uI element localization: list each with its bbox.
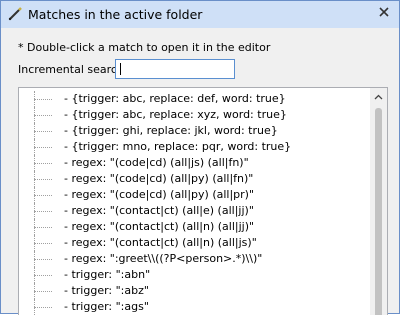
tree-branch-line: [34, 147, 52, 148]
title-bar[interactable]: Matches in the active folder: [1, 1, 399, 28]
match-text: - regex: "(contact|ct) (all|n) (all|js)": [64, 236, 257, 249]
match-text: - {trigger: mno, replace: pqr, word: tru…: [64, 140, 292, 153]
matches-list: - {trigger: abc, replace: def, word: tru…: [19, 91, 371, 315]
search-input[interactable]: [115, 59, 235, 79]
scroll-up-button[interactable]: [370, 88, 387, 105]
tree-branch-line: [34, 179, 52, 180]
tree-branch-line: [34, 227, 52, 228]
tree-branch-line: [34, 131, 52, 132]
match-text: - trigger: ":ags": [64, 300, 149, 313]
match-text: - regex: "(code|cd) (all|js) (all|fn)": [64, 156, 249, 169]
match-text: - regex: "(code|cd) (all|py) (all|pr)": [64, 188, 255, 201]
match-text: - trigger: ":abn": [64, 268, 151, 281]
match-text: - {trigger: ghi, replace: jkl, word: tru…: [64, 124, 278, 137]
tree-branch-line: [34, 275, 52, 276]
match-item[interactable]: - regex: "(contact|ct) (all|n) (all|js)": [19, 235, 371, 251]
tree-branch-line: [34, 211, 52, 212]
match-text: - trigger: ":abz": [64, 284, 149, 297]
match-item[interactable]: - regex: "(contact|ct) (all|e) (all|jj)": [19, 203, 371, 219]
close-button[interactable]: [369, 1, 399, 23]
match-item[interactable]: - regex: "(code|cd) (all|py) (all|pr)": [19, 187, 371, 203]
search-label: Incremental search: [18, 63, 124, 76]
text-caret: [120, 63, 121, 75]
tree-branch-line: [34, 163, 52, 164]
tree-branch-line: [34, 195, 52, 196]
match-item[interactable]: - regex: "(code|cd) (all|js) (all|fn)": [19, 155, 371, 171]
match-item[interactable]: - regex: "(code|cd) (all|py) (all|fn)": [19, 171, 371, 187]
tree-branch-line: [34, 307, 52, 308]
match-text: - regex: "(contact|ct) (all|n) (all|jj)": [64, 220, 255, 233]
scrollbar-thumb[interactable]: [375, 108, 382, 315]
match-item[interactable]: - {trigger: abc, replace: xyz, word: tru…: [19, 107, 371, 123]
match-text: - regex: ":greet\\((?P<person>.*)\\)": [64, 252, 263, 265]
match-item[interactable]: - {trigger: abc, replace: def, word: tru…: [19, 91, 371, 107]
close-icon: [379, 7, 389, 17]
match-item[interactable]: - regex: ":greet\\((?P<person>.*)\\)": [19, 251, 371, 267]
pen-icon: [8, 7, 22, 21]
hint-text: * Double-click a match to open it in the…: [18, 41, 271, 54]
match-item[interactable]: - {trigger: mno, replace: pqr, word: tru…: [19, 139, 371, 155]
matches-window: Matches in the active folder * Double-cl…: [0, 0, 400, 315]
tree-branch-line: [34, 115, 52, 116]
tree-branch-line: [34, 243, 52, 244]
match-item[interactable]: - trigger: ":abn": [19, 267, 371, 283]
match-text: - {trigger: abc, replace: def, word: tru…: [64, 92, 286, 105]
vertical-scrollbar[interactable]: [370, 88, 387, 315]
tree-branch-line: [34, 259, 52, 260]
chevron-up-icon: [374, 94, 383, 99]
tree-branch-line: [34, 291, 52, 292]
window-title: Matches in the active folder: [28, 7, 203, 22]
match-text: - regex: "(contact|ct) (all|e) (all|jj)": [64, 204, 254, 217]
match-item[interactable]: - trigger: ":ags": [19, 299, 371, 315]
tree-branch-line: [34, 99, 52, 100]
matches-tree[interactable]: - {trigger: abc, replace: def, word: tru…: [18, 87, 388, 315]
match-item[interactable]: - {trigger: ghi, replace: jkl, word: tru…: [19, 123, 371, 139]
match-text: - {trigger: abc, replace: xyz, word: tru…: [64, 108, 287, 121]
match-text: - regex: "(code|cd) (all|py) (all|fn)": [64, 172, 254, 185]
match-item[interactable]: - trigger: ":abz": [19, 283, 371, 299]
match-item[interactable]: - regex: "(contact|ct) (all|n) (all|jj)": [19, 219, 371, 235]
